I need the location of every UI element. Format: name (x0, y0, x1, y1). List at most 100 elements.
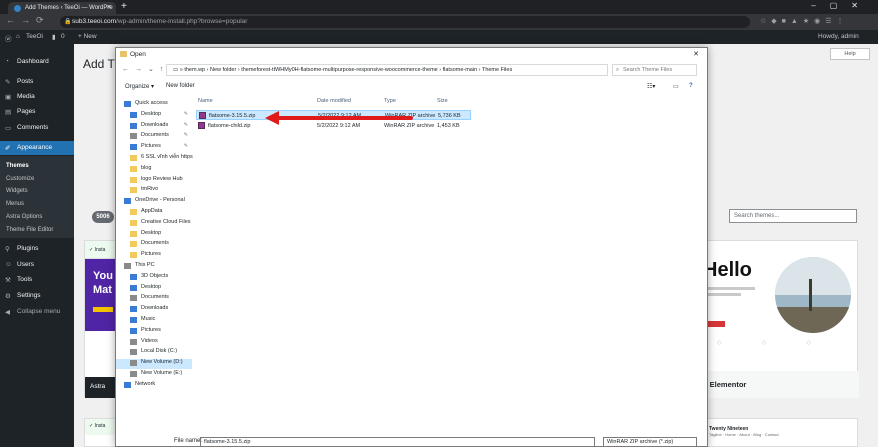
breadcrumb-item[interactable]: New folder (210, 67, 236, 73)
nav-item[interactable]: This PC (116, 262, 192, 272)
nav-item-label: 3D Objects (141, 272, 169, 279)
location-icon (124, 198, 131, 205)
nav-item[interactable]: Local Disk (C:) (116, 348, 192, 358)
theme-screenshot: You Mat (85, 259, 119, 331)
nav-item[interactable]: Creative Cloud Files (116, 219, 192, 229)
file-list-header: Name Date modified Type Size (196, 96, 706, 108)
window-controls[interactable]: –▢✕ (811, 1, 872, 10)
nav-item[interactable]: tmRivo (116, 186, 192, 196)
sidebar-item-posts[interactable]: ✎ Posts (0, 75, 74, 89)
nav-item[interactable]: Pictures ✎ (116, 143, 192, 153)
nav-item[interactable]: Quick access (116, 100, 192, 110)
breadcrumb-item[interactable]: Theme Files (482, 67, 512, 73)
browser-nav-buttons[interactable]: ←→⟳ (6, 15, 50, 26)
users-icon: ☺ (5, 261, 12, 268)
folder-icon (130, 230, 137, 237)
new-content-button[interactable]: + New (78, 33, 97, 40)
sidebar-item-dashboard[interactable]: ◔ Dashboard (0, 55, 74, 69)
submenu-themes[interactable]: Themes (0, 163, 74, 169)
submenu-astra-options[interactable]: Astra Options (0, 214, 74, 220)
column-date-modified[interactable]: Date modified (317, 98, 351, 104)
nav-item[interactable]: Documents (116, 240, 192, 250)
nav-item[interactable]: Pictures (116, 327, 192, 337)
nav-item[interactable]: Network (116, 381, 192, 391)
theme-card-astra[interactable]: ✓ Insta You Mat Astra (84, 240, 119, 398)
sidebar-item-plugins[interactable]: ⚲ Plugins (0, 242, 74, 256)
view-options-icon[interactable]: ☷▾ (647, 83, 655, 90)
sidebar-item-appearance[interactable]: ✐ Appearance (0, 141, 74, 155)
breadcrumb-item[interactable]: them.wp (184, 67, 205, 73)
theme-card-bottom-left[interactable]: ✓ Insta (84, 418, 119, 447)
nav-item[interactable]: Downloads (116, 305, 192, 315)
sidebar-item-pages[interactable]: ▤ Pages (0, 105, 74, 119)
nav-item[interactable]: logo Review Hub (116, 176, 192, 186)
breadcrumb-item[interactable]: flatsome-main (443, 67, 478, 73)
nav-item[interactable]: Documents ✎ (116, 132, 192, 142)
nav-item[interactable]: Downloads ✎ (116, 122, 192, 132)
breadcrumb-item[interactable]: themeforest-ttWHMy0H-flatsome-multipurpo… (241, 67, 438, 73)
dialog-titlebar: Open ✕ (116, 48, 707, 61)
wp-admin-bar: ⓦ ⌂ TeeOi ▮ 0 + New Howdy, admin (0, 30, 878, 44)
submenu-theme-file-editor[interactable]: Theme File Editor (0, 227, 74, 233)
sidebar-collapse-menu[interactable]: ◀ Collapse menu (0, 305, 74, 319)
column-name[interactable]: Name (198, 98, 213, 104)
preview-pane-icon[interactable]: ▭ (673, 83, 679, 90)
search-themes-input[interactable]: Search themes... (729, 209, 857, 223)
submenu-widgets[interactable]: Widgets (0, 188, 74, 194)
filetype-select[interactable]: WinRAR ZIP archive (*.zip) (603, 437, 697, 447)
close-tab-icon[interactable]: × (107, 4, 111, 11)
nav-item[interactable]: Desktop (116, 230, 192, 240)
nav-item[interactable]: New Volume (E:) (116, 370, 192, 380)
submenu-menus[interactable]: Menus (0, 201, 74, 207)
filename-input[interactable]: flatsome-3.15.5.zip (200, 437, 595, 447)
column-size[interactable]: Size (437, 98, 448, 104)
dialog-navigation: ←→⌄↑ ▭ » them.wp › New folder › themefor… (116, 61, 707, 79)
browser-tab-strip: Add Themes ‹ TeeOi — WordPre × + –▢✕ (0, 0, 878, 14)
submenu-customize[interactable]: Customize (0, 176, 74, 182)
nav-item[interactable]: New Volume (D:) (116, 359, 192, 370)
site-name[interactable]: TeeOi (26, 33, 43, 40)
search-input[interactable]: ⌕ Search Theme Files (612, 64, 697, 76)
close-icon[interactable]: ✕ (693, 50, 699, 58)
breadcrumb[interactable]: ▭ » them.wp › New folder › themeforest-t… (166, 64, 608, 76)
organize-button[interactable]: Organize ▾ (125, 83, 154, 90)
nav-item[interactable]: Documents (116, 294, 192, 304)
dialog-nav-arrows[interactable]: ←→⌄↑ (122, 65, 169, 73)
address-bar[interactable]: 🔒 sub3.teeoi.com/wp-admin/theme-install.… (60, 16, 750, 28)
nav-item[interactable]: Videos (116, 338, 192, 348)
new-folder-button[interactable]: New folder (166, 83, 195, 89)
theme-card-bottom-right[interactable]: Twenty Nineteen Tagline · Home · About ·… (696, 418, 858, 447)
tab-title: Add Themes ‹ TeeOi — WordPre (25, 5, 113, 11)
location-icon (130, 133, 137, 140)
sidebar-item-users[interactable]: ☺ Users (0, 258, 74, 272)
file-name: flatsome-3.15.5.zip (209, 113, 256, 119)
browser-tab[interactable]: Add Themes ‹ TeeOi — WordPre × (8, 2, 116, 14)
help-icon[interactable]: ? (689, 83, 693, 89)
red-arrow-annotation (265, 111, 413, 125)
sidebar-item-comments[interactable]: ▭ Comments (0, 121, 74, 135)
extension-icons[interactable]: ☆◆■▲★◉☰⋮ (760, 17, 848, 25)
nav-item[interactable]: Desktop ✎ (116, 111, 192, 121)
nav-item[interactable]: 3D Objects (116, 273, 192, 283)
media-icon: ▣ (5, 94, 12, 101)
location-icon (130, 371, 137, 377)
nav-item[interactable]: OneDrive - Personal (116, 197, 192, 207)
nav-item[interactable]: Desktop (116, 284, 192, 294)
nav-item[interactable]: blog (116, 165, 192, 175)
help-tab-button[interactable]: Help (830, 48, 870, 60)
nav-item[interactable]: Pictures (116, 251, 192, 261)
nav-item-label: Documents (141, 240, 169, 247)
comments-icon[interactable]: ▮ (52, 33, 56, 41)
howdy-user[interactable]: Howdy, admin (818, 33, 859, 40)
nav-item[interactable]: AppData (116, 208, 192, 218)
sidebar-item-media[interactable]: ▣ Media (0, 90, 74, 104)
new-tab-button[interactable]: + (121, 1, 127, 12)
column-type[interactable]: Type (384, 98, 396, 104)
wordpress-logo-icon[interactable]: ⓦ (5, 33, 12, 43)
nav-item[interactable]: Music (116, 316, 192, 326)
nav-item-label: Downloads (141, 305, 169, 312)
sidebar-item-tools[interactable]: ⚒ Tools (0, 273, 74, 287)
nav-item[interactable]: 6 SSL vĩnh viễn https (116, 154, 193, 164)
sidebar-item-settings[interactable]: ⚙ Settings (0, 289, 74, 303)
theme-card-hello-elementor[interactable]: Hello ◇◇◇ o Elementor (696, 240, 859, 398)
